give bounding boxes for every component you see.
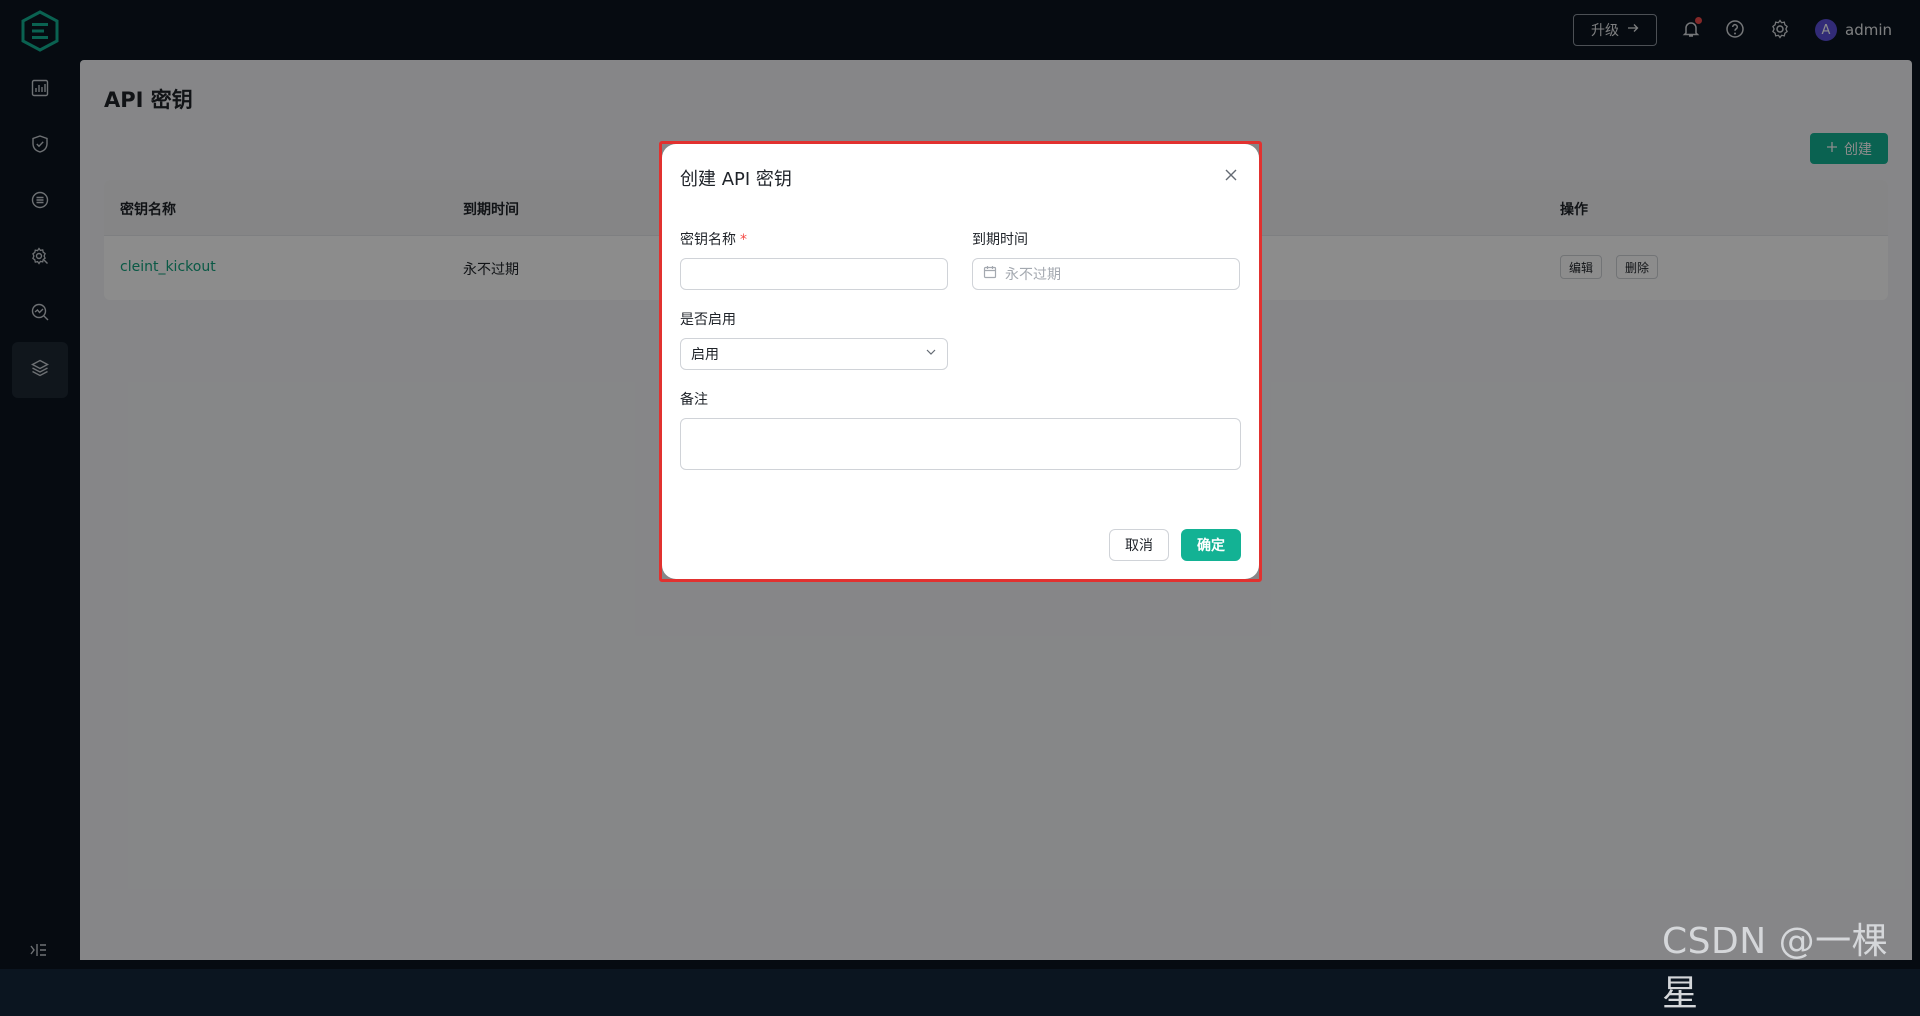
key-name-input[interactable] (680, 258, 948, 290)
calendar-icon (983, 265, 997, 283)
enabled-select-value: 启用 (691, 347, 719, 363)
close-icon[interactable] (1222, 166, 1240, 184)
cancel-button[interactable]: 取消 (1109, 529, 1169, 561)
expiry-date-picker[interactable]: 永不过期 (972, 258, 1240, 290)
create-api-key-dialog: 创建 API 密钥 密钥名称 * 到期时间 永不过期 是否启用 启用 备注 取消 … (662, 144, 1259, 579)
dialog-title: 创建 API 密钥 (680, 169, 792, 190)
enabled-select[interactable]: 启用 (680, 338, 948, 370)
chevron-down-icon (925, 346, 937, 362)
expiry-label: 到期时间 (972, 232, 1028, 248)
watermark-text: CSDN @一棵星 (1662, 921, 1889, 1014)
remark-textarea[interactable] (680, 418, 1241, 470)
required-mark: * (740, 232, 747, 248)
key-name-label: 密钥名称 * (680, 232, 747, 248)
remark-label: 备注 (680, 392, 708, 408)
expiry-placeholder: 永不过期 (1005, 267, 1061, 283)
confirm-button[interactable]: 确定 (1181, 529, 1241, 561)
enabled-label: 是否启用 (680, 312, 736, 328)
